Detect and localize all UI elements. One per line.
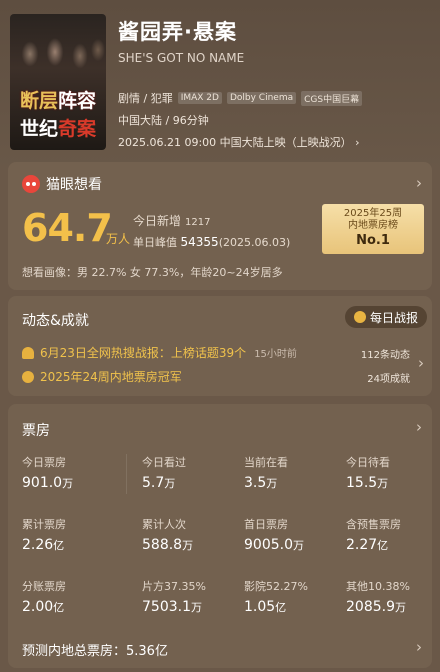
stat-watching-now: 当前在看 3.5万 [244,456,288,491]
daily-report-label: 每日战报 [369,310,418,325]
rank-number: No.1 [356,233,390,248]
chevron-right-icon[interactable]: › [416,174,422,192]
day-peak: 单日峰值 54355(2025.06.03) [133,235,291,249]
daily-report-button[interactable]: 每日战报 [345,306,427,328]
audience-demographics: 想看画像：男 22.7% 女 77.3%，年龄20~24岁居多 [22,266,283,279]
stat-today-to-watch: 今日待看 15.5万 [346,456,390,491]
achievements-count: 24项成就 [367,374,410,385]
box-office-title: 票房 [22,423,50,439]
stat-opening-day: 首日票房 9005.0万 [244,518,304,553]
want-to-watch-card[interactable]: 猫眼想看 › 64.7 万人 今日新增 1217 单日峰值 54355(2025.… [8,162,432,290]
weekly-rank-badge[interactable]: 2025年25周 内地票房榜 No.1 [322,204,424,254]
bell-icon [22,346,34,359]
stat-total-admissions: 累计人次 588.8万 [142,518,194,553]
achievement-item-text: 2025年24周内地票房冠军 [40,370,182,384]
medal-icon [22,370,34,383]
want-unit: 万人 [106,232,131,246]
dynamic-item-time: 15小时前 [254,349,297,360]
movie-poster[interactable]: 断层阵容 世纪奇案 [10,14,106,150]
chevron-right-icon: › [351,136,360,149]
want-count: 64.7 [22,206,113,250]
stat-with-presale: 含预售票房 2.27亿 [346,518,401,553]
chevron-right-icon[interactable]: › [416,418,422,436]
poster-cast-figures [10,14,106,84]
release-info-link[interactable]: 2025.06.21 09:00 中国大陆上映（上映战况） › [118,134,360,150]
want-title: 猫眼想看 [46,177,102,193]
chevron-right-icon[interactable]: › [418,354,424,372]
poster-slogan-1: 断层阵容 [19,90,97,112]
dynamics-title: 动态&成就 [22,313,89,329]
stat-total-box-office: 累计票房 2.26亿 [22,518,66,553]
dynamic-item-text: 6月23日全网热搜战报：上榜话题39个 [40,346,247,360]
genre-text: 剧情 / 犯罪 [118,92,173,105]
medal-icon [353,311,366,323]
today-new: 今日新增 1217 [133,214,211,228]
origin-duration: 中国大陆 / 96分钟 [118,114,209,127]
rank-list: 内地票房榜 [348,220,398,231]
dynamic-item-hot-search[interactable]: 6月23日全网热搜战报：上榜话题39个 15小时前 [22,344,297,361]
stat-today-box-office: 今日票房 901.0万 [22,456,74,491]
stat-producer-share: 片方37.35% 7503.1万 [142,580,206,615]
maoyan-cat-icon [22,175,40,193]
stat-other-share: 其他10.38% 2085.9万 [346,580,410,615]
stat-today-watched: 今日看过 5.7万 [142,456,186,491]
movie-title: 酱园弄·悬案 [118,20,237,44]
dynamics-count: 112条动态 [360,350,410,361]
chevron-right-icon[interactable]: › [416,638,422,656]
rank-week: 2025年25周 [343,208,403,219]
tag-imax: IMAX 2D [177,92,222,104]
genre-row: 剧情 / 犯罪 IMAX 2D Dolby Cinema CGS中国巨幕 [118,90,363,106]
movie-english-title: SHE'S GOT NO NAME [118,51,245,65]
dynamics-card[interactable]: 动态&成就 每日战报 6月23日全网热搜战报：上榜话题39个 15小时前 112… [8,296,432,396]
stat-split-box-office: 分账票房 2.00亿 [22,580,66,615]
achievement-item-champion[interactable]: 2025年24周内地票房冠军 [22,368,182,385]
divider [126,454,127,494]
forecast-total-box-office[interactable]: 预测内地总票房：5.36亿 [22,640,168,659]
tag-cgs: CGS中国巨幕 [301,90,363,106]
box-office-card[interactable]: 票房 › 今日票房 901.0万 今日看过 5.7万 当前在看 3.5万 今日待… [8,404,432,668]
stat-cinema-share: 影院52.27% 1.05亿 [244,580,308,615]
poster-slogan-2: 世纪奇案 [19,118,97,140]
tag-dolby: Dolby Cinema [226,92,297,104]
